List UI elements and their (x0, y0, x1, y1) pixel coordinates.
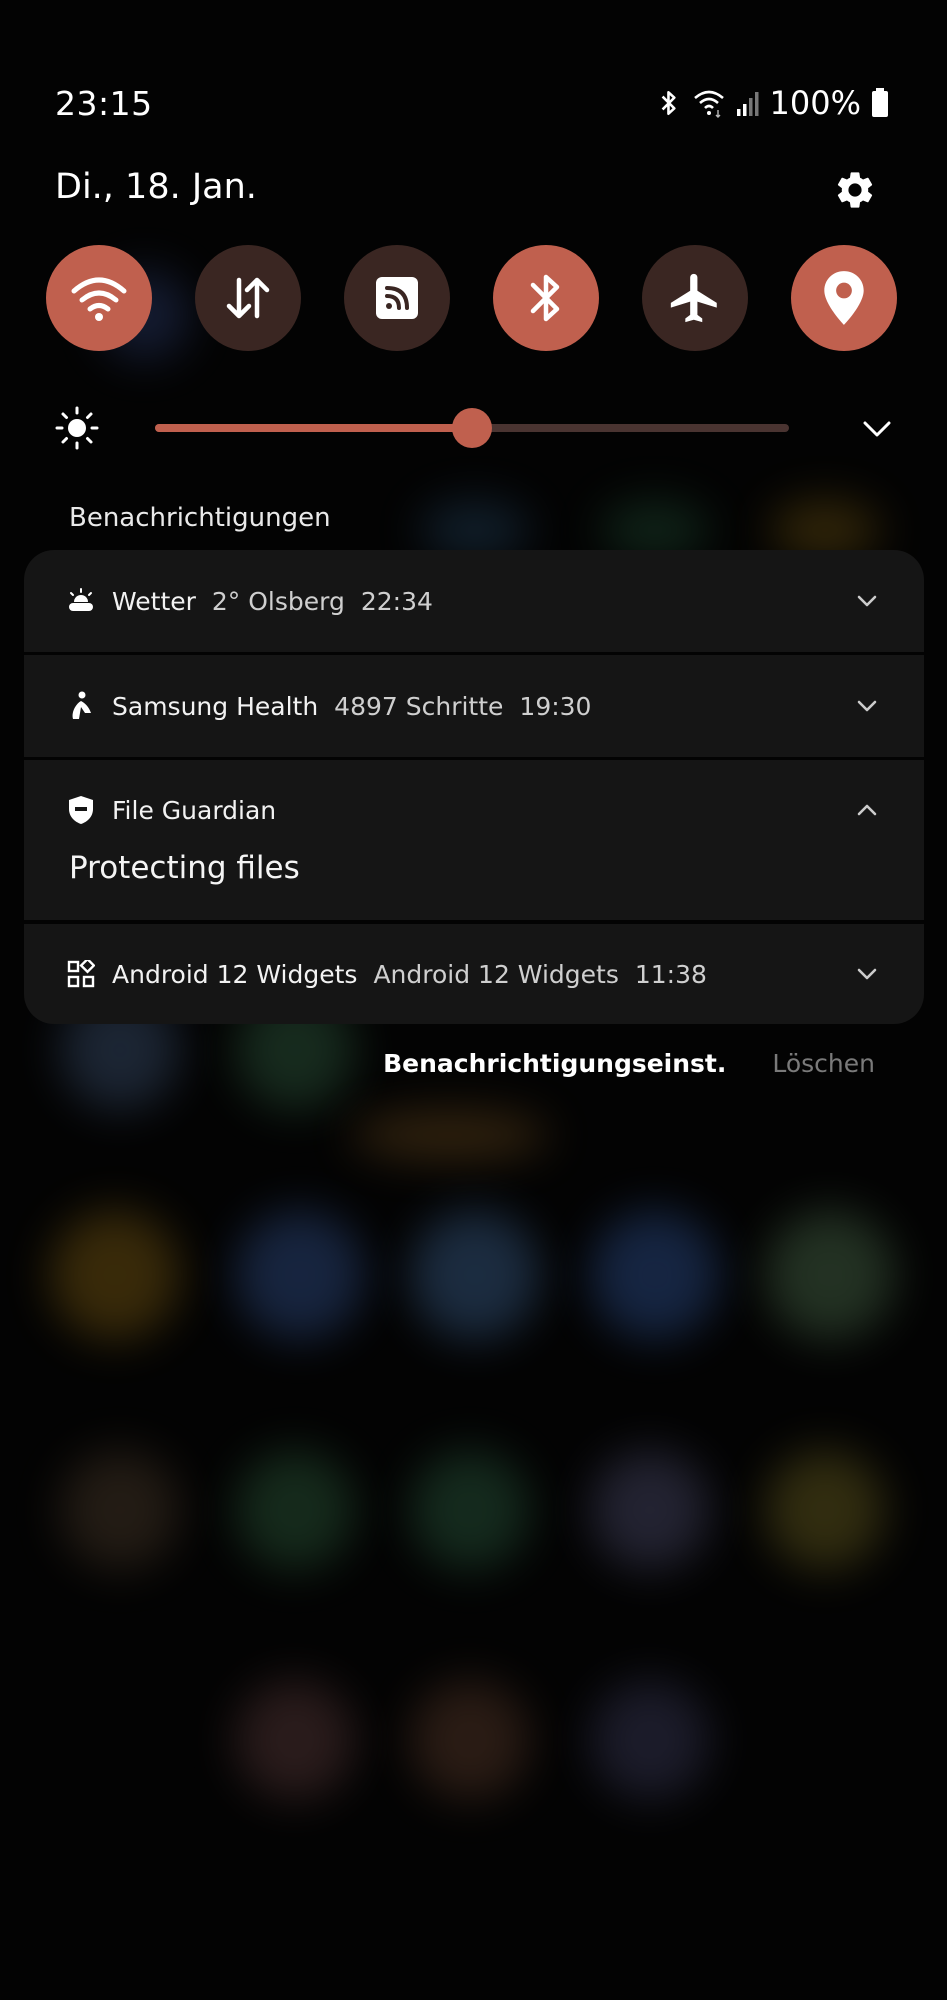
notification-app-name: Android 12 Widgets (112, 959, 358, 989)
brightness-control (55, 400, 895, 460)
notification-time: 22:34 (360, 586, 433, 616)
data-arrows-icon (226, 277, 270, 319)
qs-tile-location[interactable] (791, 245, 897, 351)
expand-panel-chevron-icon[interactable] (859, 410, 895, 446)
chevron-down-icon[interactable] (852, 586, 882, 616)
qs-tile-airplane-mode[interactable] (642, 245, 748, 351)
brightness-slider-thumb[interactable] (452, 408, 492, 448)
weather-sun-cloud-icon (66, 586, 96, 616)
notification-wetter[interactable]: Wetter 2° Olsberg 22:34 (24, 550, 924, 652)
notification-app-name: File Guardian (112, 795, 277, 825)
bluetooth-status-icon (656, 88, 682, 118)
notification-shade: 23:15 100% Di., 18. Jan. Benachrichtigun… (0, 0, 947, 2000)
brightness-slider-fill (155, 424, 472, 432)
notification-samsung-health[interactable]: Samsung Health 4897 Schritte 19:30 (24, 655, 924, 757)
quick-settings-row (46, 245, 898, 353)
qs-tile-mobile-data[interactable] (195, 245, 301, 351)
brightness-sun-icon (55, 406, 99, 450)
clear-notifications-button[interactable]: Löschen (772, 1049, 875, 1078)
settings-button[interactable] (833, 168, 877, 212)
battery-percentage: 100% (769, 84, 861, 122)
notification-footer-actions: Benachrichtigungseinst. Löschen (383, 1049, 875, 1078)
qs-tile-nfc[interactable] (344, 245, 450, 351)
brightness-slider[interactable] (155, 408, 789, 448)
status-time: 23:15 (55, 84, 153, 123)
status-icons: 100% (656, 84, 889, 122)
notification-app-name: Samsung Health (112, 691, 319, 721)
chevron-down-icon[interactable] (852, 959, 882, 989)
signal-strength-icon (736, 89, 760, 117)
notification-time: 19:30 (519, 691, 592, 721)
gear-icon (837, 172, 873, 208)
notification-body-text: Protecting files (69, 850, 300, 886)
bluetooth-icon (530, 274, 560, 322)
shield-icon (66, 795, 96, 825)
chevron-up-icon[interactable] (852, 795, 882, 825)
notifications-section-title: Benachrichtigungen (69, 503, 331, 533)
notification-android-12-widgets[interactable]: Android 12 Widgets Android 12 Widgets 11… (24, 924, 924, 1024)
nfc-icon (376, 277, 418, 319)
notification-time: 11:38 (634, 959, 707, 989)
notification-settings-button[interactable]: Benachrichtigungseinst. (383, 1049, 726, 1078)
walking-person-icon (66, 691, 96, 721)
notification-app-name: Wetter (112, 586, 196, 616)
widgets-grid-icon (66, 959, 96, 989)
wifi-status-icon (692, 88, 726, 118)
date-label: Di., 18. Jan. (55, 167, 257, 207)
qs-tile-wifi[interactable] (46, 245, 152, 351)
notification-detail: 4897 Schritte (334, 691, 504, 721)
chevron-down-icon[interactable] (852, 691, 882, 721)
battery-icon (871, 88, 889, 118)
qs-tile-bluetooth[interactable] (493, 245, 599, 351)
airplane-icon (670, 273, 717, 323)
location-pin-icon (824, 271, 864, 325)
wifi-icon (71, 277, 127, 321)
notification-detail: 2° Olsberg (211, 586, 345, 616)
notification-file-guardian[interactable]: File Guardian Protecting files (24, 760, 924, 920)
notification-detail: Android 12 Widgets (373, 959, 619, 989)
